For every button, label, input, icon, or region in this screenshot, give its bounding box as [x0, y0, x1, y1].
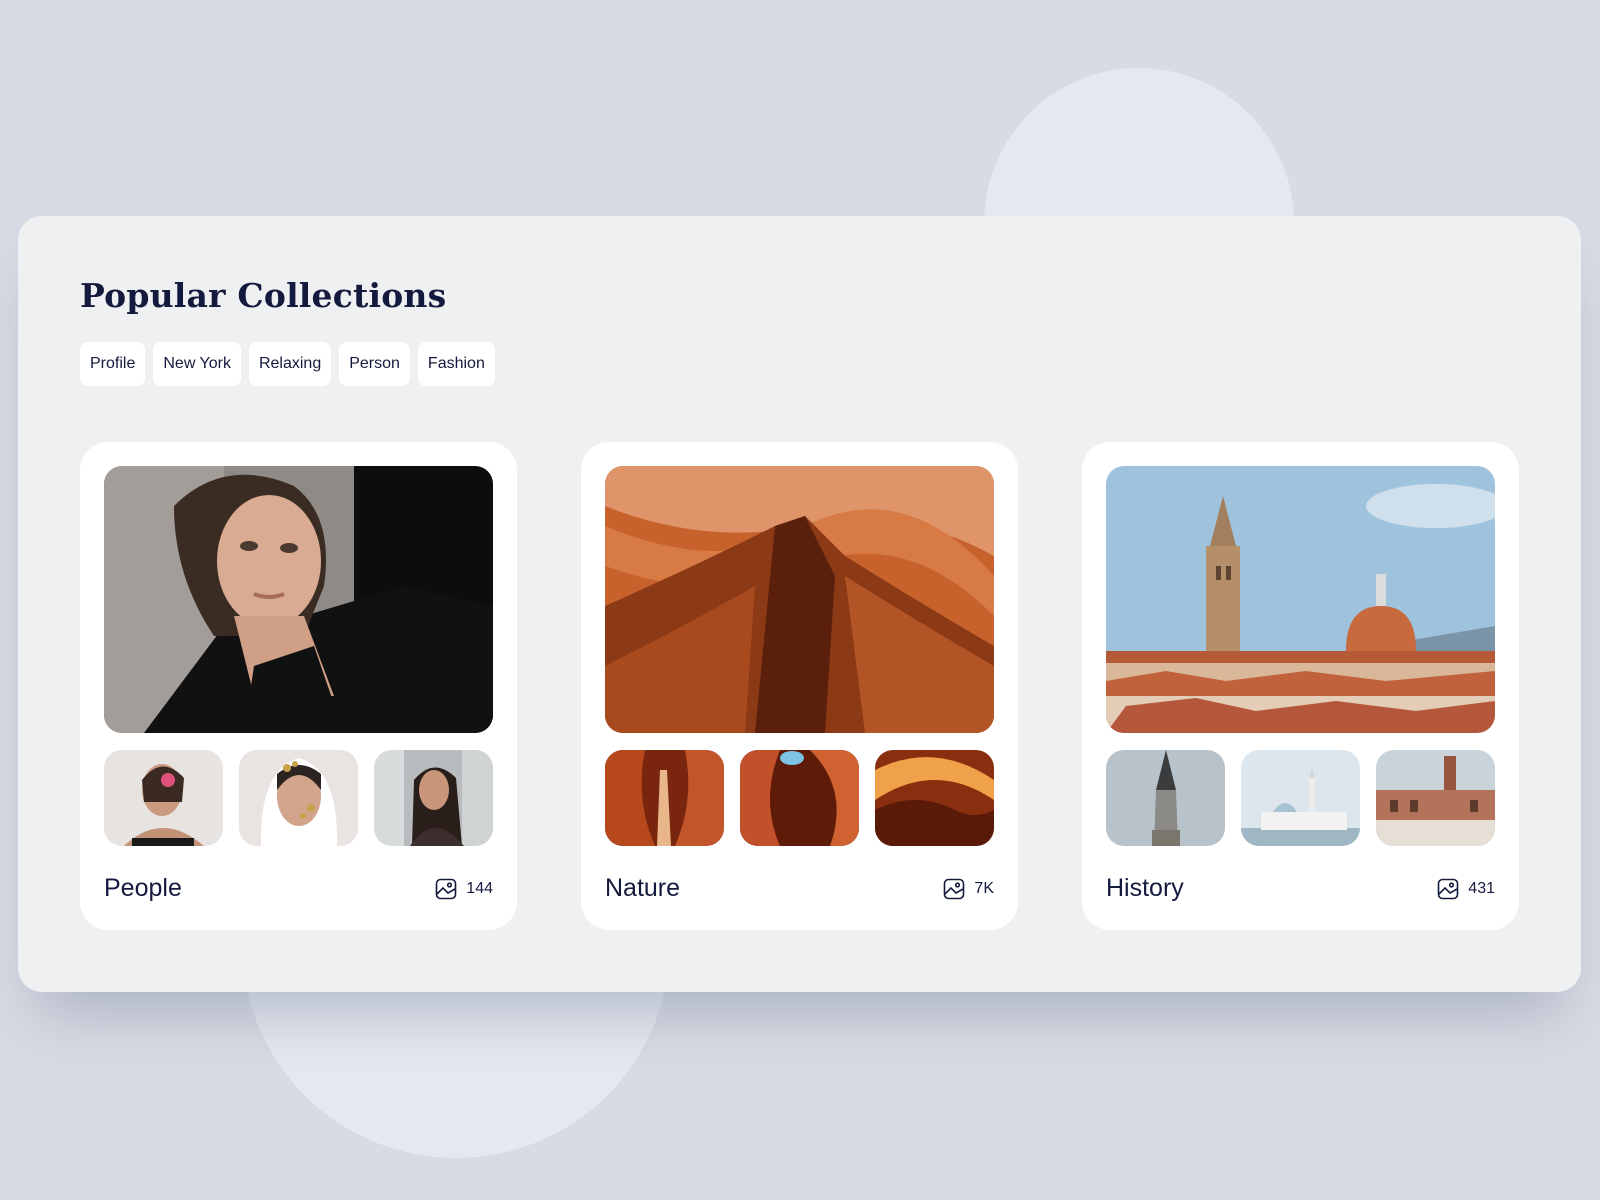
collection-cards: People 144 Nature 7K History 431: [80, 442, 1519, 930]
tag-person[interactable]: Person: [339, 342, 410, 386]
image-count: 7K: [942, 877, 994, 901]
image-icon: [944, 878, 965, 899]
image-count-value: 7K: [974, 879, 994, 897]
mosque-photo[interactable]: [1241, 750, 1360, 846]
woman-with-flower-photo[interactable]: [104, 750, 223, 846]
collections-panel: Popular Collections Profile New York Rel…: [18, 216, 1581, 992]
tag-list: Profile New York Relaxing Person Fashion: [80, 342, 495, 386]
portrait-photo[interactable]: [104, 466, 493, 733]
page-title: Popular Collections: [80, 276, 447, 315]
palace-tower-photo[interactable]: [1376, 750, 1495, 846]
image-count-value: 431: [1468, 879, 1495, 897]
woman-with-gold-leaf-photo[interactable]: [239, 750, 358, 846]
collection-card-history[interactable]: History 431: [1082, 442, 1519, 930]
woman-at-window-photo[interactable]: [374, 750, 493, 846]
image-count-value: 144: [466, 879, 493, 897]
canyon-arch-photo[interactable]: [740, 750, 859, 846]
image-count: 144: [434, 877, 493, 901]
sandstone-canyon-photo[interactable]: [605, 466, 994, 733]
collection-name: People: [104, 874, 182, 902]
canyon-waves-photo[interactable]: [875, 750, 994, 846]
image-count: 431: [1436, 877, 1495, 901]
collection-name: History: [1106, 874, 1184, 902]
tag-fashion[interactable]: Fashion: [417, 342, 495, 386]
city-rooftops-photo[interactable]: [1106, 466, 1495, 733]
tag-relaxing[interactable]: Relaxing: [248, 342, 332, 386]
tag-new-york[interactable]: New York: [153, 342, 241, 386]
tag-profile[interactable]: Profile: [80, 342, 146, 386]
image-icon: [435, 878, 457, 899]
canyon-slot-photo[interactable]: [605, 750, 724, 846]
collection-card-people[interactable]: People 144: [80, 442, 517, 930]
image-icon: [1437, 878, 1459, 899]
collection-card-nature[interactable]: Nature 7K: [581, 442, 1018, 930]
minaret-photo[interactable]: [1106, 750, 1225, 846]
collection-name: Nature: [605, 874, 681, 902]
